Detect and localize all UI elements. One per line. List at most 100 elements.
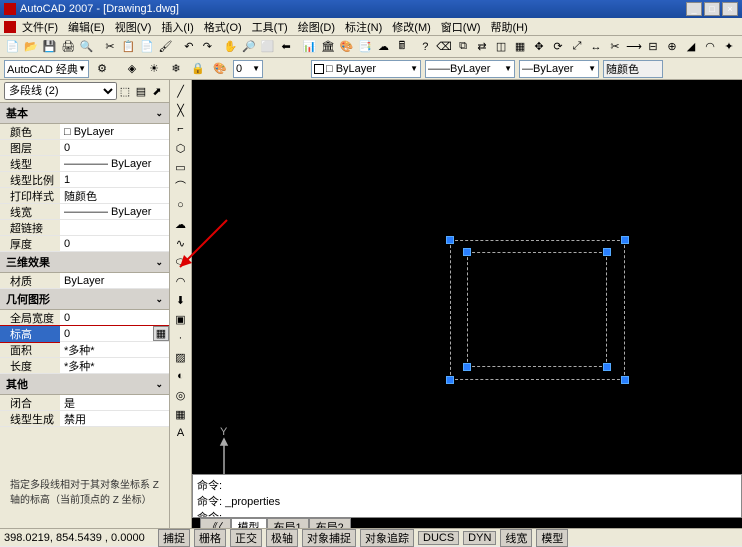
toolpalettes-icon[interactable]: 🎨 — [338, 38, 355, 56]
sb-grid[interactable]: 栅格 — [194, 529, 226, 547]
grip[interactable] — [621, 236, 629, 244]
redo-icon[interactable]: ↷ — [199, 38, 216, 56]
layer-combo[interactable]: □ ByLayer▼ — [311, 60, 421, 78]
minimize-button[interactable]: _ — [686, 2, 702, 16]
ws-save-icon[interactable]: ⚙ — [93, 60, 111, 78]
menu-tools[interactable]: 工具(T) — [248, 19, 292, 35]
undo-icon[interactable]: ↶ — [180, 38, 197, 56]
zoomprev-icon[interactable]: ⬅ — [277, 38, 294, 56]
prop-row[interactable]: 材质ByLayer — [0, 273, 169, 289]
prop-value[interactable] — [60, 220, 169, 235]
sb-otrack[interactable]: 对象追踪 — [360, 529, 414, 547]
cut-icon[interactable]: ✂ — [101, 38, 118, 56]
ellipsearc-icon[interactable]: ◠ — [172, 272, 190, 290]
menu-dimension[interactable]: 标注(N) — [341, 19, 386, 35]
new-icon[interactable]: 📄 — [4, 38, 21, 56]
menu-file[interactable]: 文件(F) — [18, 19, 62, 35]
table-icon[interactable]: ▦ — [172, 405, 190, 423]
color-combo[interactable]: 随颜色 — [603, 60, 663, 78]
revcloud-icon[interactable]: ☁ — [172, 215, 190, 233]
sb-lwt[interactable]: 线宽 — [500, 529, 532, 547]
save-icon[interactable]: 💾 — [41, 38, 58, 56]
mod-erase-icon[interactable]: ⌫ — [435, 38, 453, 56]
command-line[interactable]: 命令: 命令: _properties 命令: — [192, 474, 742, 518]
region-icon[interactable]: ◎ — [172, 386, 190, 404]
prop-row[interactable]: 线宽———— ByLayer — [0, 204, 169, 220]
mod-stretch-icon[interactable]: ↔ — [587, 38, 605, 56]
l4-icon[interactable]: 🎨 — [211, 60, 229, 78]
prop-row[interactable]: 标高▦ — [0, 326, 169, 342]
preview-icon[interactable]: 🔍 — [78, 38, 95, 56]
menu-format[interactable]: 格式(O) — [200, 19, 246, 35]
cat-basic[interactable]: 基本⌄ — [0, 103, 169, 124]
l2-icon[interactable]: ❄ — [167, 60, 185, 78]
polygon-icon[interactable]: ⬡ — [172, 139, 190, 157]
calc-icon[interactable]: 🖩 — [393, 38, 410, 56]
prop-value[interactable]: *多种* — [60, 358, 169, 373]
prop-value[interactable]: 禁用 — [60, 411, 169, 426]
sb-polar[interactable]: 极轴 — [266, 529, 298, 547]
sb-dyn[interactable]: DYN — [463, 531, 496, 545]
paste-icon[interactable]: 📄 — [138, 38, 155, 56]
mod-move-icon[interactable]: ✥ — [530, 38, 548, 56]
prop-row[interactable]: 线型比例1 — [0, 172, 169, 188]
prop-row[interactable]: 颜色□ ByLayer — [0, 124, 169, 140]
sb-ducs[interactable]: DUCS — [418, 531, 459, 545]
prop-row[interactable]: 面积*多种* — [0, 342, 169, 358]
l1-icon[interactable]: ☀ — [145, 60, 163, 78]
menu-view[interactable]: 视图(V) — [111, 19, 156, 35]
linetype-combo[interactable]: —— ByLayer▼ — [425, 60, 515, 78]
insert-icon[interactable]: ⬇ — [172, 291, 190, 309]
grip[interactable] — [603, 363, 611, 371]
markup-icon[interactable]: ☁ — [375, 38, 392, 56]
pickadd-icon[interactable]: ▤ — [133, 82, 149, 100]
l3-icon[interactable]: 🔒 — [189, 60, 207, 78]
drawing-canvas[interactable]: X Y — [192, 80, 742, 530]
zoomwin-icon[interactable]: ⬜ — [259, 38, 276, 56]
prop-value[interactable]: 1 — [60, 172, 169, 187]
prop-row[interactable]: 超链接 — [0, 220, 169, 236]
menu-modify[interactable]: 修改(M) — [388, 19, 435, 35]
cat-misc[interactable]: 其他⌄ — [0, 374, 169, 395]
mod-rotate-icon[interactable]: ⟳ — [549, 38, 567, 56]
prop-row[interactable]: 厚度0 — [0, 236, 169, 252]
prop-row[interactable]: 线型———— ByLayer — [0, 156, 169, 172]
block-icon[interactable]: ▣ — [172, 310, 190, 328]
layer-icon[interactable]: ◈ — [123, 60, 141, 78]
designcenter-icon[interactable]: 🏛 — [319, 38, 336, 56]
arc-icon[interactable]: ⌒ — [172, 177, 190, 195]
mod-join-icon[interactable]: ⊕ — [663, 38, 681, 56]
cline-icon[interactable]: ╳ — [172, 101, 190, 119]
circle-icon[interactable]: ○ — [172, 196, 190, 214]
grip[interactable] — [621, 376, 629, 384]
quickselect-icon[interactable]: ⬚ — [117, 82, 133, 100]
selectobj-icon[interactable]: ⬈ — [149, 82, 165, 100]
mod-scale-icon[interactable]: ⤢ — [568, 38, 586, 56]
menu-window[interactable]: 窗口(W) — [437, 19, 485, 35]
sb-osnap[interactable]: 对象捕捉 — [302, 529, 356, 547]
line-icon[interactable]: ╱ — [172, 82, 190, 100]
gradient-icon[interactable]: ◐ — [172, 367, 190, 385]
zoom-icon[interactable]: 🔎 — [240, 38, 257, 56]
selection-combo[interactable]: 多段线 (2) — [4, 82, 117, 100]
ellipse-icon[interactable]: ⬭ — [172, 253, 190, 271]
prop-value[interactable]: ———— ByLayer — [60, 204, 169, 219]
pan-icon[interactable]: ✋ — [222, 38, 239, 56]
help-icon[interactable]: ? — [417, 38, 434, 56]
prop-row[interactable]: 闭合是 — [0, 395, 169, 411]
mod-fillet-icon[interactable]: ◠ — [701, 38, 719, 56]
prop-value[interactable]: 0 — [60, 310, 169, 325]
copy-icon[interactable]: 📋 — [120, 38, 137, 56]
calculator-icon[interactable]: ▦ — [153, 326, 169, 341]
match-icon[interactable]: 🖌 — [157, 38, 174, 56]
rect-icon[interactable]: ▭ — [172, 158, 190, 176]
menu-insert[interactable]: 插入(I) — [157, 19, 197, 35]
prop-value[interactable]: *多种* — [60, 342, 169, 357]
prop-row[interactable]: 全局宽度0 — [0, 310, 169, 326]
mod-mirror-icon[interactable]: ⇄ — [473, 38, 491, 56]
mod-explode-icon[interactable]: ✦ — [720, 38, 738, 56]
close-button[interactable]: × — [722, 2, 738, 16]
mod-trim-icon[interactable]: ✂ — [606, 38, 624, 56]
grip[interactable] — [463, 248, 471, 256]
prop-value[interactable]: ByLayer — [60, 273, 169, 288]
